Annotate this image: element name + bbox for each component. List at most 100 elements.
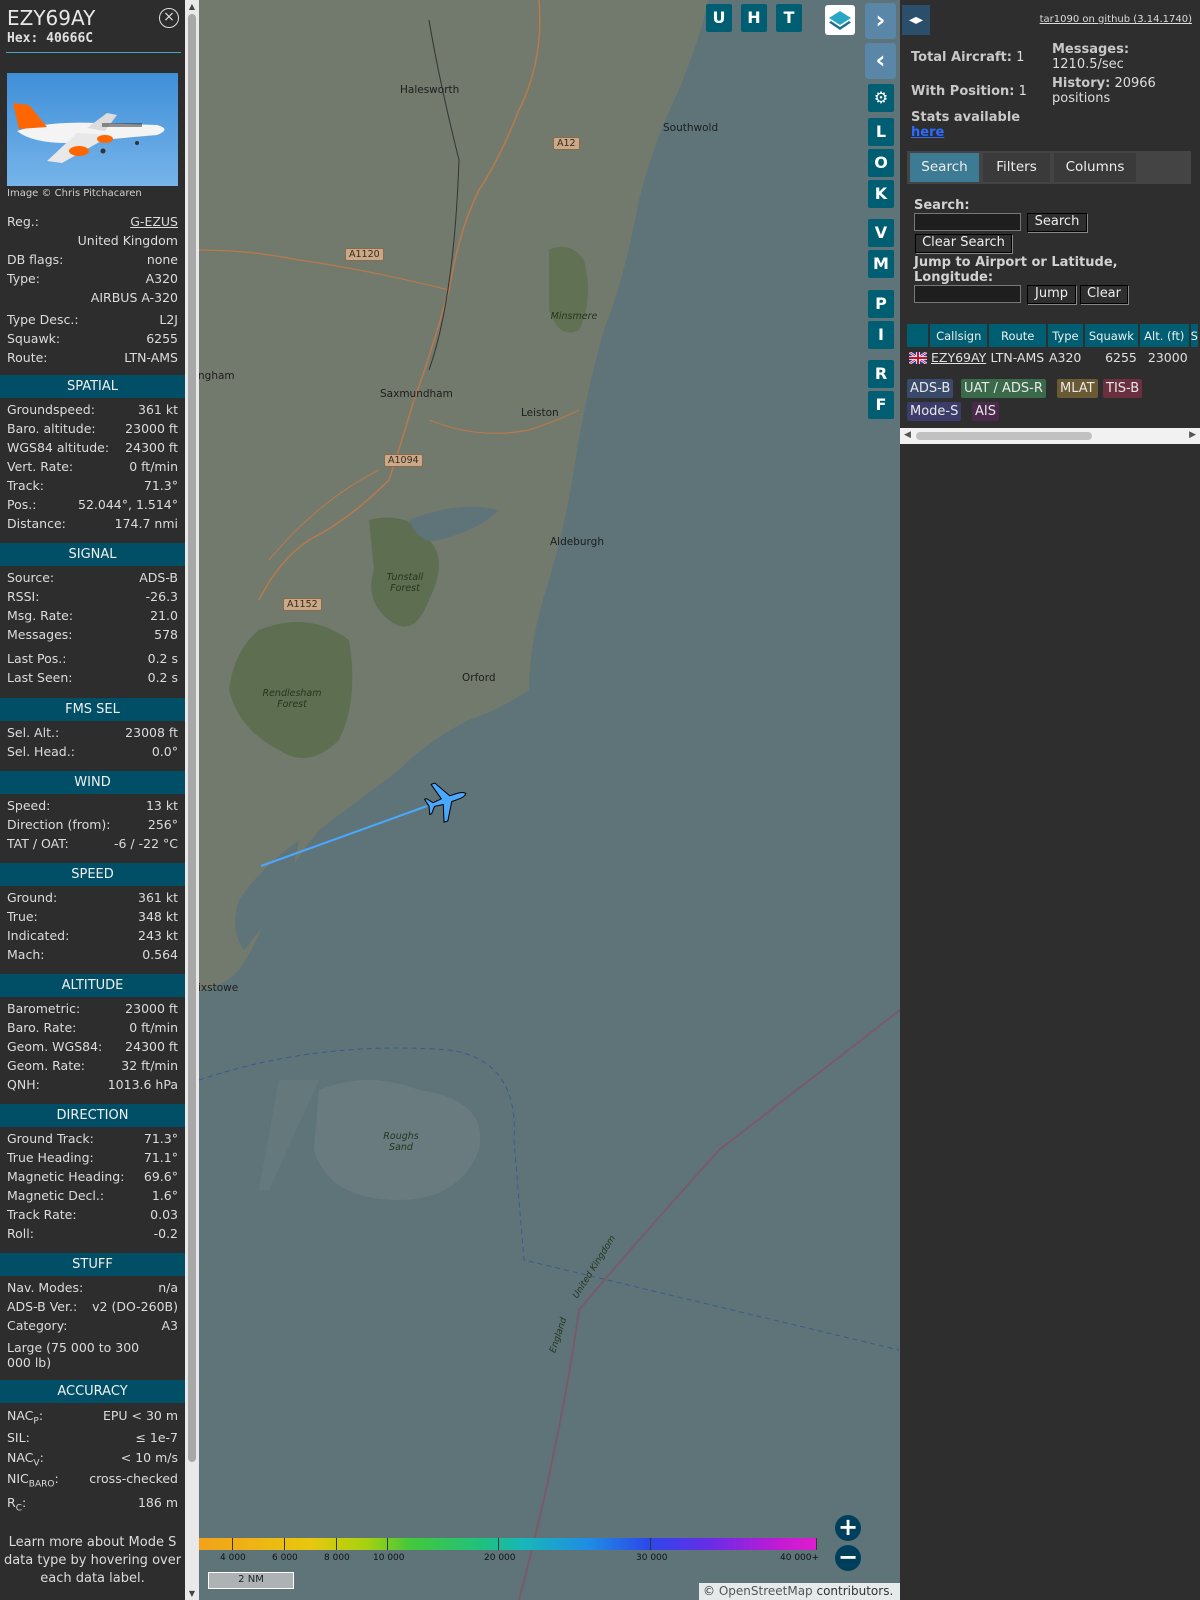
info-label[interactable]: True:: [7, 909, 38, 924]
info-label[interactable]: TAT / OAT:: [7, 836, 69, 851]
info-label[interactable]: Track Rate:: [7, 1207, 77, 1222]
col-altitude[interactable]: Alt. (ft): [1138, 324, 1191, 347]
zoom-in-button[interactable]: +: [835, 1515, 861, 1541]
prev-aircraft-button[interactable]: ‹: [865, 43, 896, 79]
toggle-u-button[interactable]: U: [706, 4, 732, 32]
info-label[interactable]: Baro. altitude:: [7, 421, 96, 436]
settings-button[interactable]: ⚙: [868, 84, 894, 112]
toggle-sidebar-button[interactable]: ◂▸: [902, 5, 930, 35]
legend-tisb[interactable]: TIS-B: [1103, 379, 1143, 398]
col-speed-partial[interactable]: S: [1189, 324, 1200, 347]
info-label[interactable]: NACV:: [7, 1450, 44, 1469]
table-row[interactable]: EZY69AY LTN-AMS A320 6255 23000: [907, 347, 1199, 368]
info-label[interactable]: Ground Track:: [7, 1131, 94, 1146]
info-label[interactable]: Messages:: [7, 627, 73, 642]
info-label[interactable]: Type:: [7, 271, 40, 286]
info-label[interactable]: Barometric:: [7, 1001, 80, 1016]
left-panel-scrollbar[interactable]: ▲ ▼: [185, 0, 199, 1600]
info-label[interactable]: QNH:: [7, 1077, 40, 1092]
info-label[interactable]: Direction (from):: [7, 817, 111, 832]
legend-adsb[interactable]: ADS-B: [907, 379, 954, 398]
next-aircraft-button[interactable]: ›: [865, 3, 896, 39]
info-label[interactable]: Source:: [7, 570, 54, 585]
map-canvas[interactable]: Halesworth Southwold Saxmundham Leiston …: [199, 0, 900, 1600]
col-route[interactable]: Route: [988, 324, 1048, 347]
col-squawk[interactable]: Squawk: [1083, 324, 1140, 347]
legend-ais[interactable]: AIS: [972, 402, 999, 421]
section-header-altitude: ALTITUDE: [0, 974, 185, 997]
aircraft-photo[interactable]: [7, 73, 178, 186]
info-label[interactable]: Reg.:: [7, 214, 39, 229]
info-label[interactable]: True Heading:: [7, 1150, 94, 1165]
close-icon[interactable]: ×: [159, 8, 179, 28]
info-label[interactable]: Geom. Rate:: [7, 1058, 85, 1073]
info-label[interactable]: Pos.:: [7, 497, 36, 512]
info-label[interactable]: Indicated:: [7, 928, 69, 943]
legend-uat[interactable]: UAT / ADS-R: [961, 379, 1046, 398]
info-label[interactable]: Last Pos.:: [7, 651, 66, 666]
info-label[interactable]: NICBARO:: [7, 1471, 59, 1490]
jump-button[interactable]: Jump: [1027, 285, 1076, 304]
info-label[interactable]: Sel. Alt.:: [7, 725, 59, 740]
toggle-m-button[interactable]: M: [868, 250, 894, 278]
info-label[interactable]: Distance:: [7, 516, 66, 531]
toggle-l-button[interactable]: L: [868, 118, 894, 146]
toggle-t-button[interactable]: T: [776, 4, 802, 32]
info-label[interactable]: WGS84 altitude:: [7, 440, 109, 455]
toggle-h-button[interactable]: H: [741, 4, 767, 32]
toggle-k-button[interactable]: K: [868, 180, 894, 208]
cell-callsign[interactable]: EZY69AY: [929, 347, 988, 368]
toggle-f-button[interactable]: F: [868, 391, 894, 419]
info-label[interactable]: Groundspeed:: [7, 402, 95, 417]
toggle-p-button[interactable]: P: [868, 290, 894, 318]
info-label[interactable]: RSSI:: [7, 589, 39, 604]
legend-mlat[interactable]: MLAT: [1057, 379, 1098, 398]
col-callsign[interactable]: Callsign: [929, 324, 990, 347]
toggle-v-button[interactable]: V: [868, 219, 894, 247]
clear-search-button[interactable]: Clear Search: [915, 234, 1012, 253]
legend-modes[interactable]: Mode-S: [907, 402, 962, 421]
info-value[interactable]: G-EZUS: [130, 214, 178, 229]
info-label[interactable]: Geom. WGS84:: [7, 1039, 102, 1054]
info-label[interactable]: SIL:: [7, 1430, 30, 1445]
osm-link[interactable]: OpenStreetMap: [719, 1584, 813, 1598]
col-type[interactable]: Type: [1046, 324, 1085, 347]
col-flag[interactable]: [907, 324, 930, 347]
zoom-out-button[interactable]: −: [835, 1545, 861, 1571]
info-label[interactable]: Route:: [7, 350, 48, 365]
clear-button[interactable]: Clear: [1080, 285, 1128, 304]
tab-columns[interactable]: Columns: [1054, 153, 1136, 182]
toggle-r-button[interactable]: R: [868, 360, 894, 388]
table-horizontal-scrollbar[interactable]: ◀ ▶: [900, 428, 1200, 444]
info-label[interactable]: Magnetic Heading:: [7, 1169, 124, 1184]
info-label[interactable]: Ground:: [7, 890, 57, 905]
info-label[interactable]: ADS-B Ver.:: [7, 1299, 77, 1314]
search-input[interactable]: [914, 213, 1021, 231]
info-label[interactable]: DB flags:: [7, 252, 63, 267]
info-label[interactable]: Track:: [7, 478, 44, 493]
version-link[interactable]: tar1090 on github (3.14.1740): [1040, 14, 1192, 25]
info-label[interactable]: Speed:: [7, 798, 50, 813]
info-label[interactable]: Sel. Head.:: [7, 744, 75, 759]
info-label[interactable]: NACP:: [7, 1408, 43, 1427]
info-label[interactable]: Magnetic Decl.:: [7, 1188, 104, 1203]
info-label[interactable]: Baro. Rate:: [7, 1020, 76, 1035]
layers-button[interactable]: [825, 5, 855, 35]
jump-input[interactable]: [914, 285, 1021, 303]
search-button[interactable]: Search: [1027, 213, 1087, 232]
info-label[interactable]: RC:: [7, 1495, 26, 1514]
info-label[interactable]: Type Desc.:: [7, 312, 79, 327]
info-label[interactable]: Squawk:: [7, 331, 60, 346]
info-label[interactable]: Mach:: [7, 947, 44, 962]
info-label[interactable]: Msg. Rate:: [7, 608, 73, 623]
info-label[interactable]: Roll:: [7, 1226, 34, 1241]
info-label[interactable]: Nav. Modes:: [7, 1280, 83, 1295]
tab-search[interactable]: Search: [910, 153, 979, 182]
info-label[interactable]: Last Seen:: [7, 670, 72, 685]
toggle-o-button[interactable]: O: [868, 149, 894, 177]
info-label[interactable]: Vert. Rate:: [7, 459, 73, 474]
tab-filters[interactable]: Filters: [983, 153, 1050, 182]
toggle-i-button[interactable]: I: [868, 321, 894, 349]
info-label[interactable]: Category:: [7, 1318, 67, 1333]
stats-link[interactable]: here: [911, 125, 944, 140]
